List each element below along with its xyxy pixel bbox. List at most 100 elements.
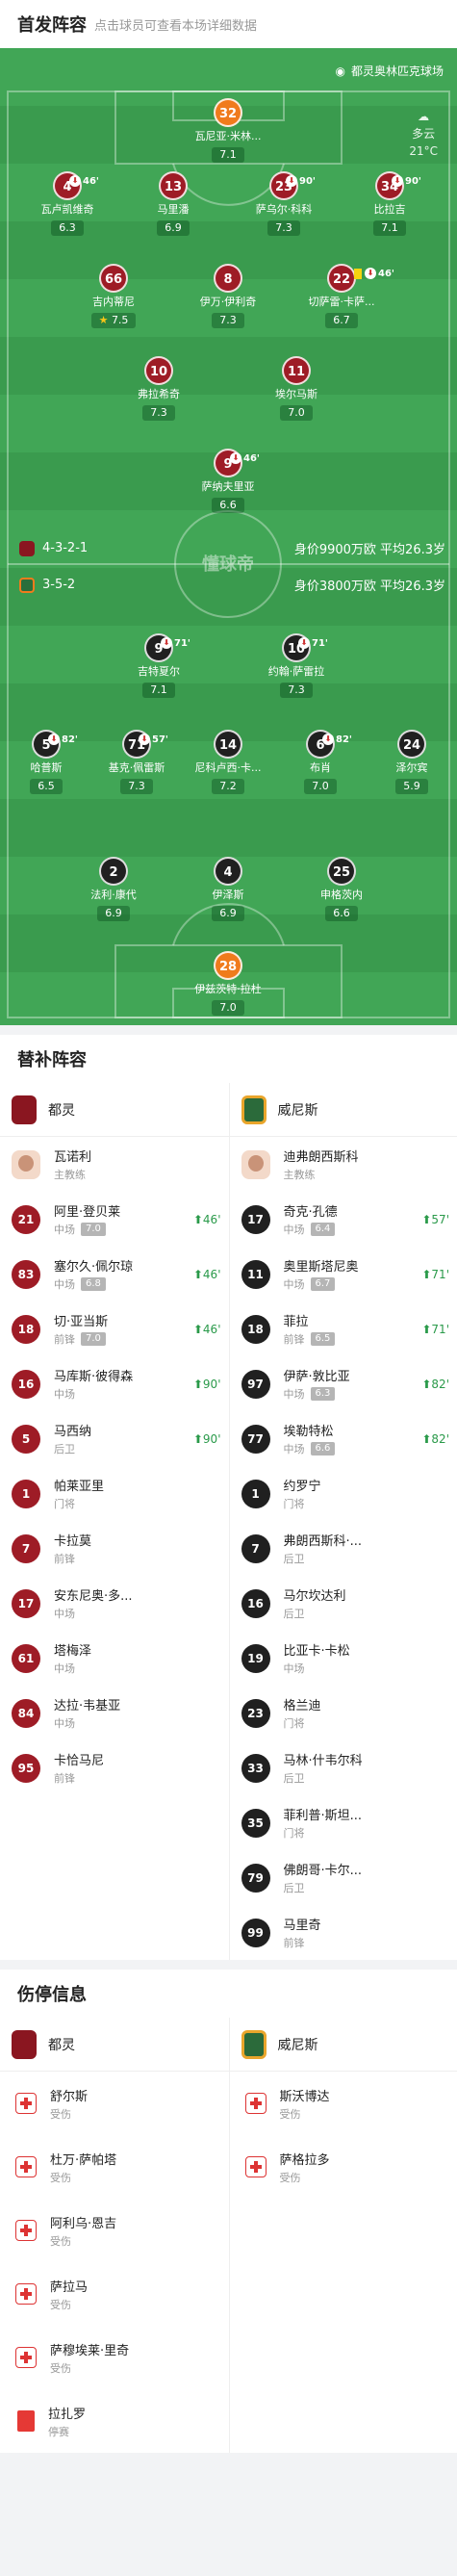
sub-player-row[interactable]: 61 塔梅泽 中场	[0, 1631, 229, 1686]
player-card[interactable]: 8 伊万·伊利奇 7.3	[175, 264, 281, 328]
sub-out-icon: ⬇	[322, 734, 335, 745]
sub-player-row[interactable]: 21 阿里·登贝莱 中场 7.0 ⬆46'	[0, 1192, 229, 1247]
player-card[interactable]: 34 ⬇ 90' 比拉吉 7.1	[337, 171, 443, 236]
player-card[interactable]: 28 伊兹茨特·拉杜 7.0	[175, 951, 281, 1016]
sub-player-row[interactable]: 16 马尔坎达利 后卫	[230, 1576, 457, 1631]
player-name: 阿里·登贝莱	[54, 1205, 121, 1220]
player-card[interactable]: 6 ⬇ 82' 布肖 7.0	[267, 730, 373, 794]
player-rating: 6.8	[81, 1277, 106, 1291]
sub-player-row[interactable]: 83 塞尔久·佩尔琼 中场 6.8 ⬆46'	[0, 1247, 229, 1301]
sub-player-row[interactable]: 16 马库斯·彼得森 中场 ⬆90'	[0, 1356, 229, 1411]
home-subs: 都灵 瓦诺利 主教练 21 阿里·登贝莱 中场 7.0 ⬆46' 83 塞尔久·佩尔琼 中场 6.…	[0, 1083, 229, 1960]
sub-player-row[interactable]: 5 马西纳 后卫 ⬆90'	[0, 1411, 229, 1466]
player-card[interactable]: 66 吉内蒂尼 ★ 7.5	[61, 264, 166, 328]
player-position: 中场	[283, 1278, 305, 1291]
sub-player-row[interactable]: 18 切·亚当斯 前锋 7.0 ⬆46'	[0, 1301, 229, 1356]
sub-in-event: ⬆90'	[193, 1432, 221, 1446]
injury-status: 受伤	[50, 2361, 71, 2375]
sub-player-row[interactable]: 79 佛朗哥·卡尔... 后卫	[230, 1850, 457, 1905]
coach-name: 瓦诺利	[54, 1150, 92, 1165]
player-card[interactable]: 24 泽尔宾 5.9	[359, 730, 457, 794]
player-number: 35	[241, 1808, 270, 1838]
sub-player-row[interactable]: 7 卡拉莫 前锋	[0, 1521, 229, 1576]
sub-player-row[interactable]: 18 菲拉 前锋 6.5 ⬆71'	[230, 1301, 457, 1356]
sub-player-row[interactable]: 17 安东尼奥·多... 中场	[0, 1576, 229, 1631]
player-number: 8	[214, 264, 242, 293]
sub-player-row[interactable]: 33 马林·什韦尔科 后卫	[230, 1740, 457, 1795]
injury-row[interactable]: 萨拉马 受伤	[0, 2262, 229, 2326]
sub-player-row[interactable]: 77 埃勒特松 中场 6.6 ⬆82'	[230, 1411, 457, 1466]
player-card[interactable]: 11 埃尔马斯 7.0	[243, 356, 349, 421]
injury-row[interactable]: 斯沃博达 受伤	[230, 2072, 457, 2135]
home-team-info: 4-3-2-1 身价9900万欧 平均26.3岁	[19, 539, 445, 557]
player-name: 切·亚当斯	[54, 1315, 109, 1329]
sub-player-row[interactable]: 1 帕莱亚里 门将	[0, 1466, 229, 1521]
coach-row[interactable]: 迪弗朗西斯科 主教练	[230, 1137, 457, 1192]
player-name: 卡拉莫	[54, 1534, 92, 1549]
player-card[interactable]: 25 申格茨内 6.6	[289, 857, 394, 921]
injury-row[interactable]: 萨穆埃莱·里奇 受伤	[0, 2326, 229, 2389]
player-card[interactable]: 23 ⬇ 90' 萨乌尔·科科 7.3	[231, 171, 337, 236]
player-position: 中场	[54, 1662, 75, 1675]
sub-out-icon: ⬇	[298, 637, 311, 649]
player-card[interactable]: 10 ⬇ 71' 约翰·萨雷拉 7.3	[243, 633, 349, 698]
player-card[interactable]: 4 伊泽斯 6.9	[175, 857, 281, 921]
sub-player-row[interactable]: 97 伊萨·敦比亚 中场 6.3 ⬆82'	[230, 1356, 457, 1411]
sub-in-icon: ⬆	[192, 1377, 203, 1391]
sub-in-icon: ⬆	[421, 1322, 432, 1336]
player-card[interactable]: 14 尼科卢西·卡... 7.2	[175, 730, 281, 794]
player-card[interactable]: 2 法利·康代 6.9	[61, 857, 166, 921]
sub-player-row[interactable]: 7 弗朗西斯科·... 后卫	[230, 1521, 457, 1576]
player-name: 马尔坎达利	[283, 1589, 346, 1604]
sub-player-row[interactable]: 23 格兰迪 门将	[230, 1686, 457, 1740]
player-info: 帕莱亚里 门将	[54, 1476, 104, 1511]
sub-player-row[interactable]: 84 达拉·韦基亚 中场	[0, 1686, 229, 1740]
player-card[interactable]: 10 弗拉希奇 7.3	[106, 356, 212, 421]
injury-row[interactable]: 杜万·萨帕塔 受伤	[0, 2135, 229, 2199]
player-name: 伊兹茨特·拉杜	[194, 983, 262, 995]
player-card[interactable]: 4 ⬇ 46' 瓦卢凯维奇 6.3	[14, 171, 120, 236]
sub-player-row[interactable]: 99 马里奇 前锋	[230, 1905, 457, 1960]
player-number: 28	[214, 951, 242, 980]
player-name: 帕莱亚里	[54, 1480, 105, 1494]
player-info: 达拉·韦基亚 中场	[54, 1695, 120, 1731]
sub-in-event: ⬆57'	[421, 1213, 449, 1226]
player-number: 25	[327, 857, 356, 886]
player-card[interactable]: 22 ⬇ 46' 切萨雷·卡萨... 6.7	[289, 264, 394, 328]
injury-info: 舒尔斯 受伤	[50, 2086, 88, 2122]
player-rating: 7.3	[120, 779, 153, 794]
player-position-line: 后卫	[54, 1441, 91, 1456]
coach-name: 迪弗朗西斯科	[283, 1150, 359, 1165]
lineup-title: 首发阵容	[17, 15, 87, 36]
player-card[interactable]: 13 马里潘 6.9	[120, 171, 226, 236]
injury-row[interactable]: 舒尔斯 受伤	[0, 2072, 229, 2135]
player-info: 佛朗哥·卡尔... 后卫	[284, 1860, 363, 1895]
injury-row[interactable]: 阿利乌·恩吉 受伤	[0, 2199, 229, 2262]
player-position-line: 后卫	[284, 1606, 346, 1621]
player-rating: 6.9	[97, 906, 130, 921]
sub-player-row[interactable]: 95 卡恰马尼 前锋	[0, 1740, 229, 1795]
sub-player-row[interactable]: 19 比亚卡·卡松 中场	[230, 1631, 457, 1686]
sub-player-row[interactable]: 35 菲利普·斯坦... 门将	[230, 1795, 457, 1850]
player-card[interactable]: 32 瓦尼亚·米林... 7.1	[175, 98, 281, 163]
player-card[interactable]: 71 ⬇ 57' 基克·佩雷斯 7.3	[84, 730, 190, 794]
injury-row[interactable]: 拉扎罗 停赛	[0, 2389, 229, 2453]
sub-time: 46'	[243, 453, 260, 464]
sub-player-row[interactable]: 1 约罗宁 门将	[230, 1466, 457, 1521]
player-position-line: 门将	[54, 1496, 104, 1511]
home-injuries: 都灵 舒尔斯 受伤 杜万·萨帕塔 受伤 阿利乌·恩吉 受伤 萨拉马 受伤 萨穆埃莱·里奇 受伤 拉扎…	[0, 2018, 229, 2453]
player-card[interactable]: 9 ⬇ 71' 吉特夏尔 7.1	[106, 633, 212, 698]
player-name: 阿利乌·恩吉	[50, 2216, 117, 2231]
away-age: 平均26.3岁	[380, 580, 445, 594]
sub-player-row[interactable]: 17 奇克·孔德 中场 6.4 ⬆57'	[230, 1192, 457, 1247]
star-icon: ★	[98, 314, 109, 326]
injury-row[interactable]: 萨格拉多 受伤	[230, 2135, 457, 2199]
player-name: 吉特夏尔	[138, 665, 180, 678]
player-name: 菲拉	[283, 1315, 309, 1329]
player-card[interactable]: 9 ⬇ 46' 萨纳夫里亚 6.6	[175, 449, 281, 513]
sub-player-row[interactable]: 11 奥里斯塔尼奥 中场 6.7 ⬆71'	[230, 1247, 457, 1301]
coach-row[interactable]: 瓦诺利 主教练	[0, 1137, 229, 1192]
weather: ☁ 多云 21°C	[409, 108, 438, 160]
injury-header: 伤停信息	[0, 1970, 457, 2018]
player-position: 中场	[54, 1717, 75, 1730]
